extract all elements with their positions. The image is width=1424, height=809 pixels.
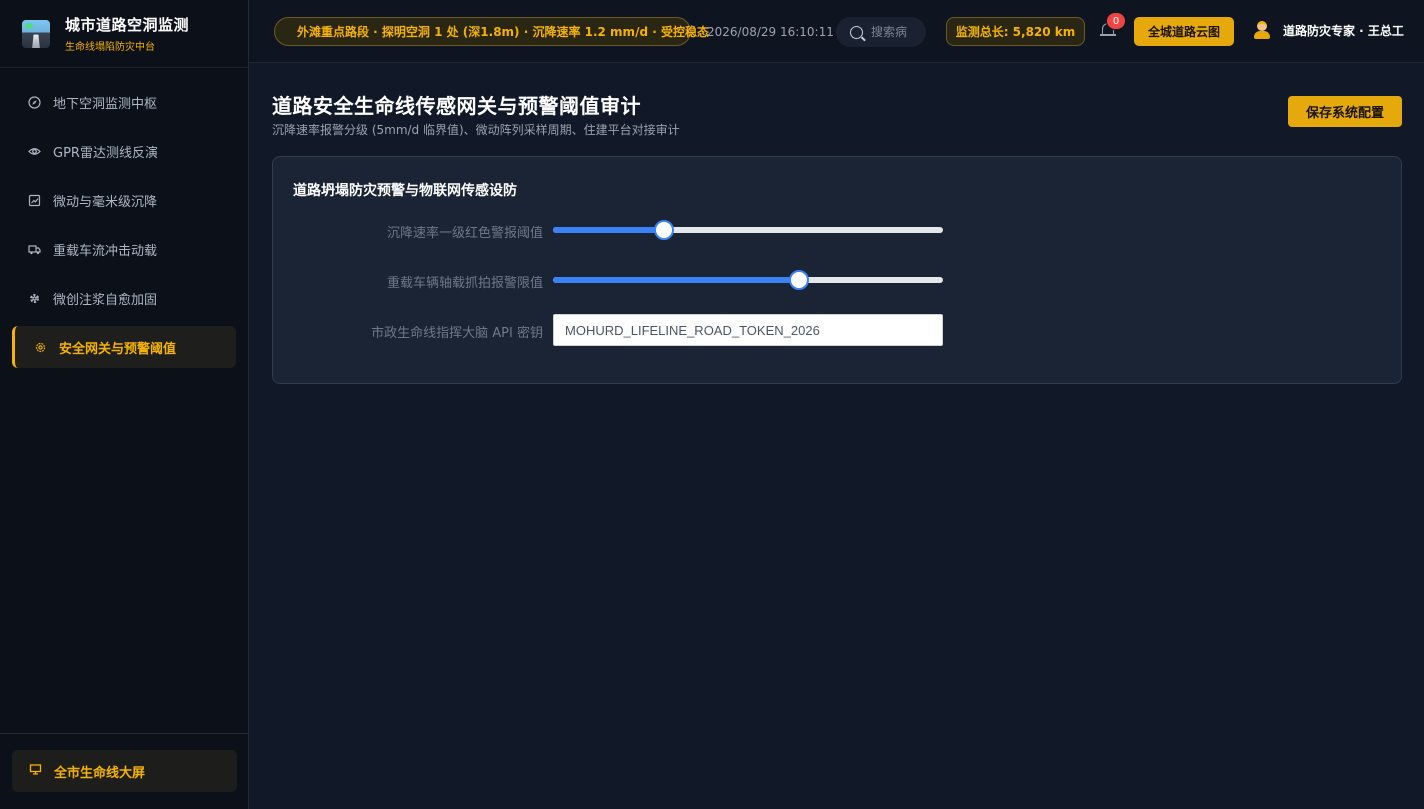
sidebar-item-label: 安全网关与预警阈值	[59, 341, 177, 357]
settlement-threshold-slider[interactable]	[553, 220, 943, 240]
brand-subtitle: 生命线塌陷防灾中台	[65, 42, 155, 53]
sidebar-item-settlement[interactable]: 微动与毫米级沉降	[12, 179, 236, 221]
api-key-label: 市政生命线指挥大脑 API 密钥	[371, 326, 543, 341]
save-config-button[interactable]: 保存系统配置	[1288, 96, 1402, 127]
api-key-row: 市政生命线指挥大脑 API 密钥	[273, 314, 1403, 346]
axle-load-limit-label: 重载车辆轴载抓拍报警限值	[386, 276, 543, 291]
settlement-threshold-label: 沉降速率一级红色警报阈值	[386, 226, 543, 241]
slider-fill	[553, 277, 799, 283]
main-content: 道路安全生命线传感网关与预警阈值审计 沉降速率报警分级 (5mm/d 临界值)、…	[249, 63, 1424, 809]
user-profile[interactable]: 道路防灾专家 · 王总工	[1253, 20, 1404, 40]
sidebar-item-label: 微创注浆自愈加固	[53, 292, 158, 308]
app-root: 城市道路空洞监测 生命线塌陷防灾中台 地下空洞监测中枢 GPR雷达测线反演 微动…	[0, 0, 1424, 809]
sidebar-nav: 地下空洞监测中枢 GPR雷达测线反演 微动与毫米级沉降 重载车流冲击动载 微创注…	[0, 68, 248, 368]
monitor-length-badge: 监测总长: 5,820 km	[946, 17, 1085, 46]
sidebar: 城市道路空洞监测 生命线塌陷防灾中台 地下空洞监测中枢 GPR雷达测线反演 微动…	[0, 0, 249, 809]
truck-icon	[28, 243, 41, 256]
top-header: 外滩重点路段 · 探明空洞 1 处 (深1.8m) · 沉降速率 1.2 mm/…	[249, 0, 1424, 63]
sidebar-item-label: 重载车流冲击动载	[53, 243, 158, 259]
sidebar-item-grouting[interactable]: 微创注浆自愈加固	[12, 277, 236, 319]
alert-text: 外滩重点路段 · 探明空洞 1 处 (深1.8m) · 沉降速率 1.2 mm/…	[297, 25, 709, 39]
slider-thumb[interactable]	[788, 270, 809, 290]
slider-thumb[interactable]	[654, 220, 675, 240]
iot-sensor-settings-card: 道路坍塌防灾预警与物联网传感设防 沉降速率一级红色警报阈值 重载车辆轴载抓拍报警…	[272, 156, 1402, 384]
search-input[interactable]	[871, 25, 921, 39]
page-title: 道路安全生命线传感网关与预警阈值审计	[272, 94, 641, 118]
road-logo-icon	[22, 19, 50, 48]
big-screen-label: 全市生命线大屏	[54, 765, 146, 781]
axle-load-limit-slider[interactable]	[553, 270, 943, 290]
sidebar-footer: 全市生命线大屏	[0, 733, 249, 809]
sidebar-item-label: GPR雷达测线反演	[53, 145, 158, 161]
notification-count-badge: 0	[1106, 12, 1126, 30]
sidebar-item-gpr[interactable]: GPR雷达测线反演	[12, 130, 236, 172]
search-box[interactable]	[836, 17, 926, 47]
search-icon	[850, 25, 863, 39]
eye-icon	[28, 145, 41, 158]
gear-icon	[28, 292, 41, 305]
sidebar-item-label: 地下空洞监测中枢	[53, 96, 158, 112]
sidebar-item-void-hub[interactable]: 地下空洞监测中枢	[12, 81, 236, 123]
page-subtitle: 沉降速率报警分级 (5mm/d 临界值)、微动阵列采样周期、住建平台对接审计	[272, 123, 680, 137]
axle-load-limit-row: 重载车辆轴载抓拍报警限值	[273, 264, 1403, 296]
city-road-cloud-map-button[interactable]: 全城道路云图	[1134, 17, 1234, 46]
chart-icon	[28, 194, 41, 207]
alert-ticker[interactable]: 外滩重点路段 · 探明空洞 1 处 (深1.8m) · 沉降速率 1.2 mm/…	[274, 17, 709, 46]
monitor-icon	[29, 763, 42, 779]
sidebar-item-gateway-threshold[interactable]: 安全网关与预警阈值	[12, 326, 236, 368]
sidebar-item-heavy-load[interactable]: 重载车流冲击动载	[12, 228, 236, 270]
lifeline-big-screen-button[interactable]: 全市生命线大屏	[12, 750, 237, 792]
brand: 城市道路空洞监测 生命线塌陷防灾中台	[0, 0, 248, 68]
card-title: 道路坍塌防灾预警与物联网传感设防	[293, 183, 517, 199]
user-name: 道路防灾专家 · 王总工	[1283, 23, 1404, 38]
engineer-avatar-icon	[1253, 20, 1271, 40]
brand-title: 城市道路空洞监测	[65, 16, 190, 34]
compass-icon	[28, 95, 41, 109]
settlement-threshold-row: 沉降速率一级红色警报阈值	[273, 214, 1403, 246]
datetime: 2026/08/29 16:10:11	[707, 25, 834, 39]
settings-icon	[34, 341, 47, 354]
sidebar-item-label: 微动与毫米级沉降	[53, 194, 158, 210]
slider-fill	[553, 227, 665, 233]
api-key-input[interactable]	[553, 314, 943, 346]
